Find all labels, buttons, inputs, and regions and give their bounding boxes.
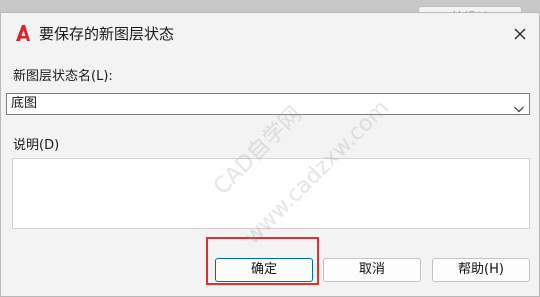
description-label: 说明(D) (13, 138, 60, 153)
layer-state-name-combobox[interactable] (6, 93, 530, 115)
chevron-down-icon[interactable] (513, 99, 525, 113)
autocad-logo-icon (15, 24, 31, 42)
save-layer-state-dialog: 要保存的新图层状态 新图层状态名(L): 说明(D) 确定 取消 帮助(H) (0, 12, 540, 297)
close-icon (514, 28, 526, 40)
dialog-titlebar: 要保存的新图层状态 (1, 13, 539, 57)
ok-button[interactable]: 确定 (215, 258, 313, 282)
layer-state-name-input[interactable] (11, 95, 491, 113)
close-button[interactable] (507, 21, 533, 47)
cancel-button[interactable]: 取消 (323, 258, 421, 282)
description-textarea[interactable] (12, 158, 530, 229)
help-button[interactable]: 帮助(H) (432, 258, 530, 282)
layer-state-name-label: 新图层状态名(L): (13, 69, 113, 84)
dialog-title: 要保存的新图层状态 (39, 25, 175, 43)
